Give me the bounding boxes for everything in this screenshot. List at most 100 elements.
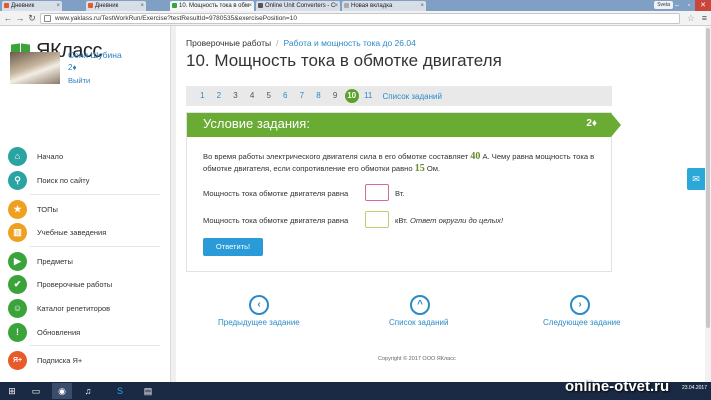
page-link-1[interactable]: 1	[194, 89, 211, 103]
question-1-label: Мощность тока обмотке двигателя равна	[203, 189, 349, 198]
user-name-link[interactable]: Соня Шубина	[68, 50, 122, 60]
forward-icon[interactable]: →	[15, 13, 25, 23]
favicon-icon	[88, 3, 93, 8]
sidebar-item-home[interactable]: ⌂ Начало	[8, 146, 63, 166]
exercise-pager: 1 2 3 4 5 6 7 8 9 10 11 Список заданий	[186, 86, 612, 106]
current-value: 40	[470, 151, 481, 162]
school-icon: ▥	[8, 222, 27, 242]
browser-tab[interactable]: Новая вкладка ×	[342, 1, 426, 11]
windows-start-icon[interactable]: ⊞	[2, 383, 22, 399]
reload-icon[interactable]: ↻	[27, 13, 37, 23]
sidebar-item-updates[interactable]: ! Обновления	[8, 322, 80, 342]
browser-menu-icon[interactable]: ≡	[702, 13, 707, 23]
close-tab-icon[interactable]: ×	[420, 1, 424, 11]
exclamation-icon: !	[8, 322, 27, 342]
sidebar-item-tops[interactable]: ★ ТОПы	[8, 199, 58, 219]
skype-icon[interactable]: S	[110, 383, 130, 399]
favicon-icon	[258, 3, 263, 8]
person-icon: ☺	[8, 298, 27, 318]
bookmark-star-icon[interactable]: ☆	[687, 13, 695, 23]
resistance-value: 15	[414, 163, 425, 174]
media-player-icon[interactable]: ♫	[78, 383, 98, 399]
task-text: Во время работы электрического двигателя…	[203, 151, 595, 174]
prev-task-link[interactable]: Предыдущее задание	[218, 318, 300, 327]
page-link-9[interactable]: 9	[327, 89, 344, 103]
taskbar-clock: 23.04.2017	[681, 385, 707, 391]
browser-tab[interactable]: Дневник ×	[2, 1, 62, 11]
chrome-icon[interactable]: ◉	[52, 383, 72, 399]
prev-arrow-icon[interactable]: ‹	[249, 295, 269, 315]
page-link-6[interactable]: 6	[277, 89, 294, 103]
browser-tab[interactable]: Дневник ×	[86, 1, 146, 11]
close-tab-icon[interactable]: ×	[56, 1, 60, 11]
sidebar-edge	[170, 26, 176, 382]
sidebar-item-schools[interactable]: ▥ Учебные заведения	[8, 222, 106, 242]
question-2-label: Мощность тока обмотке двигателя равна	[203, 216, 349, 225]
maximize-icon[interactable]: ▫	[683, 0, 695, 11]
divider	[30, 345, 160, 346]
task-list-link[interactable]: Список заданий	[383, 92, 442, 101]
page-link-11[interactable]: 11	[360, 89, 377, 103]
home-icon: ⌂	[8, 146, 27, 166]
browser-tab[interactable]: Online Unit Converters - С ×	[256, 1, 340, 11]
logout-link[interactable]: Выйти	[68, 76, 90, 85]
breadcrumb: Проверочные работы / Работа и мощность ток…	[186, 38, 416, 48]
submit-answer-button[interactable]: Ответить!	[203, 238, 263, 256]
feedback-mail-icon[interactable]: ✉	[687, 168, 705, 190]
task-card-title: Условие задания:	[203, 116, 310, 131]
page-link-7[interactable]: 7	[294, 89, 311, 103]
copyright: Copyright © 2017 ООО ЯКласс	[378, 356, 456, 362]
breadcrumb-current[interactable]: Работа и мощность тока до 26.04	[284, 38, 416, 48]
question-2-unit: кВт. Ответ округли до целых!	[395, 216, 504, 225]
file-explorer-icon[interactable]: ▭	[26, 383, 46, 399]
header-arrow	[611, 113, 621, 137]
address-bar[interactable]: www.yaklass.ru/TestWorkRun/Exercise?test…	[40, 13, 680, 24]
user-score: 2♦	[68, 63, 77, 72]
page-link-8[interactable]: 8	[310, 89, 327, 103]
sidebar-item-subscription[interactable]: Я+ Подписка Я+	[8, 350, 82, 370]
next-arrow-icon[interactable]: ›	[570, 295, 590, 315]
check-icon: ✔	[8, 274, 27, 294]
star-icon: ★	[8, 199, 27, 219]
page-link-current[interactable]: 10	[344, 89, 359, 103]
page-icon	[44, 15, 51, 22]
task-points: 2♦	[586, 118, 597, 129]
page-link-5[interactable]: 5	[260, 89, 277, 103]
next-task-link[interactable]: Следующее задание	[543, 318, 621, 327]
page-title: 10. Мощность тока в обмотке двигателя	[186, 51, 502, 70]
rounding-hint: Ответ округли до целых!	[410, 216, 504, 225]
close-tab-icon[interactable]: ×	[248, 1, 252, 11]
window-controls: – ▫ ✕	[671, 0, 711, 11]
page-link-2[interactable]: 2	[211, 89, 228, 103]
back-icon[interactable]: ←	[3, 13, 13, 23]
browser-toolbar: ← → ↻ www.yaklass.ru/TestWorkRun/Exercis…	[0, 11, 711, 26]
divider	[30, 246, 160, 247]
close-tab-icon[interactable]: ×	[140, 1, 144, 11]
scrollbar-thumb[interactable]	[706, 28, 710, 328]
list-up-arrow-icon[interactable]: ^	[410, 295, 430, 315]
close-window-icon[interactable]: ✕	[695, 0, 711, 11]
sidebar-item-search[interactable]: ⚲ Поиск по сайту	[8, 170, 90, 190]
folder-icon[interactable]: ▤	[138, 383, 158, 399]
page-link-3[interactable]: 3	[227, 89, 244, 103]
sidebar-item-tests[interactable]: ✔ Проверочные работы	[8, 274, 112, 294]
search-icon: ⚲	[8, 170, 27, 190]
breadcrumb-root[interactable]: Проверочные работы	[186, 38, 271, 48]
minimize-icon[interactable]: –	[671, 0, 683, 11]
browser-tab-active[interactable]: 10. Мощность тока в обм ×	[170, 1, 254, 11]
close-tab-icon[interactable]: ×	[334, 1, 338, 11]
favicon-icon	[344, 3, 349, 8]
divider	[30, 194, 160, 195]
sidebar-item-subjects[interactable]: ▶ Предметы	[8, 251, 73, 271]
browser-tab-bar: Дневник × Дневник × 10. Мощность тока в об…	[0, 0, 711, 11]
sidebar-item-tutors[interactable]: ☺ Каталог репетиторов	[8, 298, 110, 318]
task-card-header: Условие задания: 2♦	[187, 113, 611, 137]
avatar[interactable]	[10, 52, 60, 84]
task-list-bottom-link[interactable]: Список заданий	[389, 318, 448, 327]
watermark: online-otvet.ru	[565, 378, 670, 395]
answer-input-kilowatts[interactable]	[365, 211, 389, 228]
page-link-4[interactable]: 4	[244, 89, 261, 103]
plus-icon: Я+	[8, 350, 27, 370]
favicon-icon	[172, 3, 177, 8]
answer-input-watts[interactable]	[365, 184, 389, 201]
